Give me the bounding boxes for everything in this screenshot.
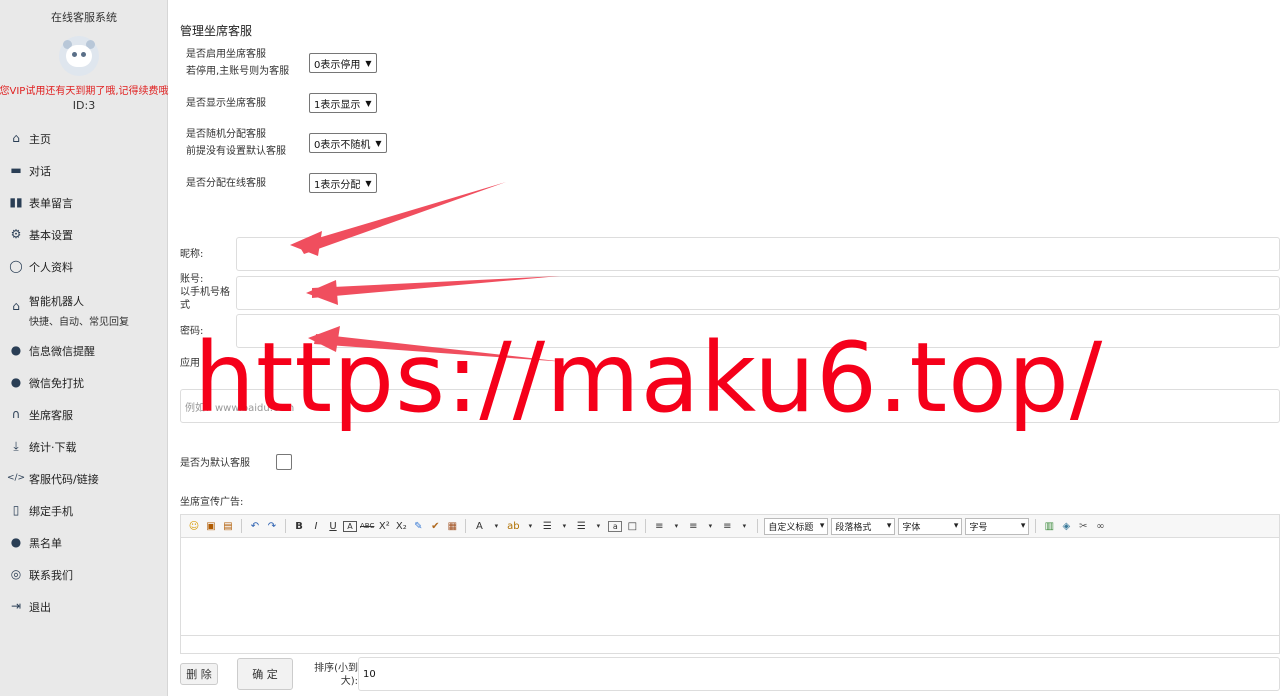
arrow-to-account xyxy=(312,276,560,298)
arrowhead-account xyxy=(306,280,338,305)
arrow-to-nickname xyxy=(298,182,506,254)
watermark-url: https://maku6.top/ xyxy=(194,322,1104,434)
